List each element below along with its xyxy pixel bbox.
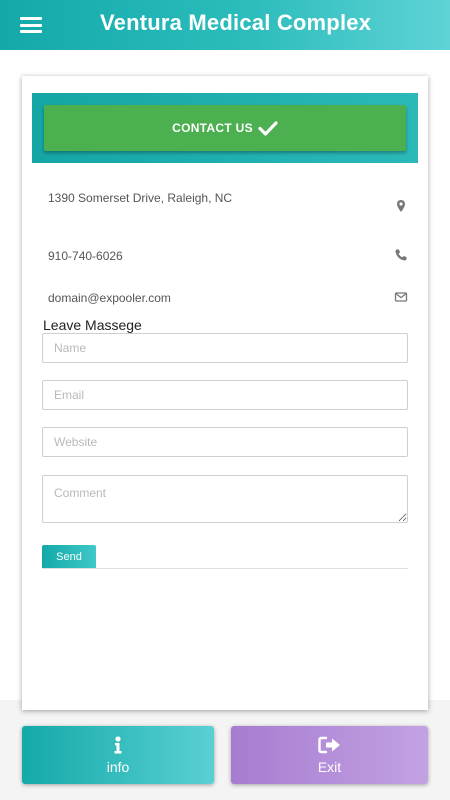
exit-button[interactable]: Exit [231, 726, 428, 784]
sign-out-icon [317, 736, 340, 753]
info-label: info [106, 758, 130, 775]
address-text: 1390 Somerset Drive, Raleigh, NC [48, 191, 233, 205]
email-text: domain@expooler.com [48, 291, 171, 305]
phone-row: 910-740-6026 [48, 248, 408, 264]
exit-label: Exit [317, 758, 342, 775]
info-icon [114, 735, 122, 753]
address-row: 1390 Somerset Drive, Raleigh, NC [48, 190, 408, 212]
map-marker-icon [397, 200, 405, 212]
info-button[interactable]: info [22, 726, 214, 784]
phone-icon [395, 249, 407, 261]
phone-text: 910-740-6026 [48, 249, 123, 263]
send-button[interactable]: Send [42, 545, 96, 569]
email-row: domain@expooler.com [48, 290, 408, 306]
envelope-icon [394, 292, 408, 302]
app-bar: Ventura Medical Complex [0, 0, 450, 50]
contact-card: CONTACT US 1390 Somerset Drive, Raleigh,… [22, 76, 428, 710]
app-title: Ventura Medical Complex [100, 10, 372, 35]
form-divider [42, 568, 408, 569]
hamburger-menu-icon[interactable] [20, 17, 42, 33]
name-input[interactable] [42, 333, 408, 363]
email-input[interactable] [42, 380, 408, 410]
check-icon [258, 121, 278, 136]
website-input[interactable] [42, 427, 408, 457]
comment-textarea[interactable] [42, 475, 408, 523]
contact-us-label: CONTACT US [172, 121, 253, 135]
leave-message-title: Leave Massege [43, 317, 142, 333]
contact-us-button[interactable]: CONTACT US [44, 105, 406, 151]
contact-header-band: CONTACT US [32, 93, 418, 163]
